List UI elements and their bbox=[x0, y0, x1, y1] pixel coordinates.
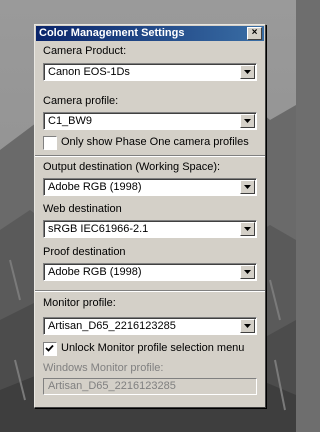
color-management-dialog: Color Management Settings × Camera Produ… bbox=[34, 24, 266, 408]
unlock-monitor-label: Unlock Monitor profile selection menu bbox=[61, 342, 245, 354]
separator bbox=[35, 290, 265, 292]
windows-monitor-profile-field: Artisan_D65_2216123285 bbox=[43, 378, 257, 395]
chevron-down-icon[interactable] bbox=[240, 180, 255, 194]
close-button[interactable]: × bbox=[247, 27, 262, 40]
output-destination-value: Adobe RGB (1998) bbox=[48, 181, 142, 193]
chevron-down-icon[interactable] bbox=[240, 65, 255, 79]
unlock-monitor-checkbox[interactable]: Unlock Monitor profile selection menu bbox=[43, 342, 257, 356]
monitor-profile-select[interactable]: Artisan_D65_2216123285 bbox=[43, 317, 257, 335]
camera-product-value: Canon EOS-1Ds bbox=[48, 66, 130, 78]
monitor-profile-label: Monitor profile: bbox=[43, 297, 116, 309]
proof-destination-label: Proof destination bbox=[43, 246, 126, 258]
chevron-down-icon[interactable] bbox=[240, 222, 255, 236]
camera-profile-value: C1_BW9 bbox=[48, 115, 93, 127]
chevron-down-icon[interactable] bbox=[240, 114, 255, 128]
windows-monitor-profile-label: Windows Monitor profile: bbox=[43, 362, 164, 374]
phase-one-only-checkbox[interactable]: Only show Phase One camera profiles bbox=[43, 136, 257, 150]
checkmark-icon bbox=[45, 344, 54, 352]
checkbox-box[interactable] bbox=[43, 342, 57, 356]
monitor-profile-value: Artisan_D65_2216123285 bbox=[48, 320, 176, 332]
web-destination-select[interactable]: sRGB IEC61966-2.1 bbox=[43, 220, 257, 238]
web-destination-label: Web destination bbox=[43, 203, 122, 215]
phase-one-only-label: Only show Phase One camera profiles bbox=[61, 136, 249, 148]
proof-destination-value: Adobe RGB (1998) bbox=[48, 266, 142, 278]
camera-profile-select[interactable]: C1_BW9 bbox=[43, 112, 257, 130]
camera-product-label: Camera Product: bbox=[43, 45, 127, 57]
proof-destination-select[interactable]: Adobe RGB (1998) bbox=[43, 263, 257, 281]
web-destination-value: sRGB IEC61966-2.1 bbox=[48, 223, 149, 235]
close-icon: × bbox=[251, 27, 258, 38]
output-destination-label: Output destination (Working Space): bbox=[43, 161, 221, 173]
separator bbox=[35, 155, 265, 157]
dialog-title: Color Management Settings bbox=[39, 27, 185, 39]
output-destination-select[interactable]: Adobe RGB (1998) bbox=[43, 178, 257, 196]
camera-profile-label: Camera profile: bbox=[43, 95, 119, 107]
dialog-titlebar[interactable]: Color Management Settings × bbox=[36, 26, 264, 41]
chevron-down-icon[interactable] bbox=[240, 319, 255, 333]
camera-product-select[interactable]: Canon EOS-1Ds bbox=[43, 63, 257, 81]
chevron-down-icon[interactable] bbox=[240, 265, 255, 279]
checkbox-box[interactable] bbox=[43, 136, 57, 150]
